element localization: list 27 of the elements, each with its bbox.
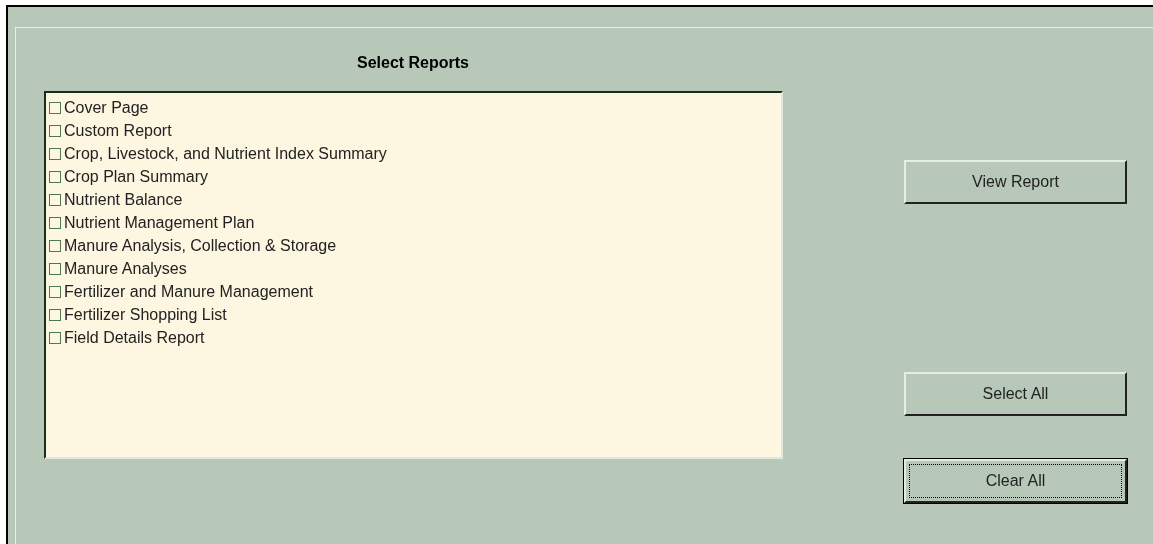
- report-label: Crop, Livestock, and Nutrient Index Summary: [64, 143, 387, 164]
- report-label: Manure Analyses: [64, 258, 187, 279]
- report-label: Crop Plan Summary: [64, 166, 209, 187]
- report-label: Fertilizer and Manure Management: [64, 281, 313, 302]
- checkbox[interactable]: [49, 124, 61, 137]
- report-list[interactable]: [44, 91, 783, 459]
- report-label: Nutrient Management Plan: [64, 212, 255, 233]
- checkbox[interactable]: [49, 262, 61, 275]
- select-all-button[interactable]: Select All: [904, 372, 1127, 416]
- report-label: Nutrient Balance: [64, 189, 183, 210]
- view-report-button[interactable]: View Report: [904, 160, 1127, 204]
- checkbox[interactable]: [49, 170, 61, 183]
- checkbox[interactable]: [49, 193, 61, 206]
- report-label: Cover Page: [64, 97, 149, 118]
- section-title: Select Reports: [355, 53, 470, 73]
- checkbox[interactable]: [49, 239, 61, 252]
- clear-all-button[interactable]: Clear All: [904, 459, 1127, 503]
- report-label: Field Details Report: [64, 327, 205, 348]
- checkbox[interactable]: [49, 101, 61, 114]
- checkbox[interactable]: [49, 216, 61, 229]
- checkbox[interactable]: [49, 285, 61, 298]
- checkbox[interactable]: [49, 308, 61, 321]
- checkbox[interactable]: [49, 147, 61, 160]
- checkbox[interactable]: [49, 331, 61, 344]
- report-label: Manure Analysis, Collection & Storage: [64, 235, 337, 256]
- report-label: Fertilizer Shopping List: [64, 304, 227, 325]
- report-label: Custom Report: [64, 120, 172, 141]
